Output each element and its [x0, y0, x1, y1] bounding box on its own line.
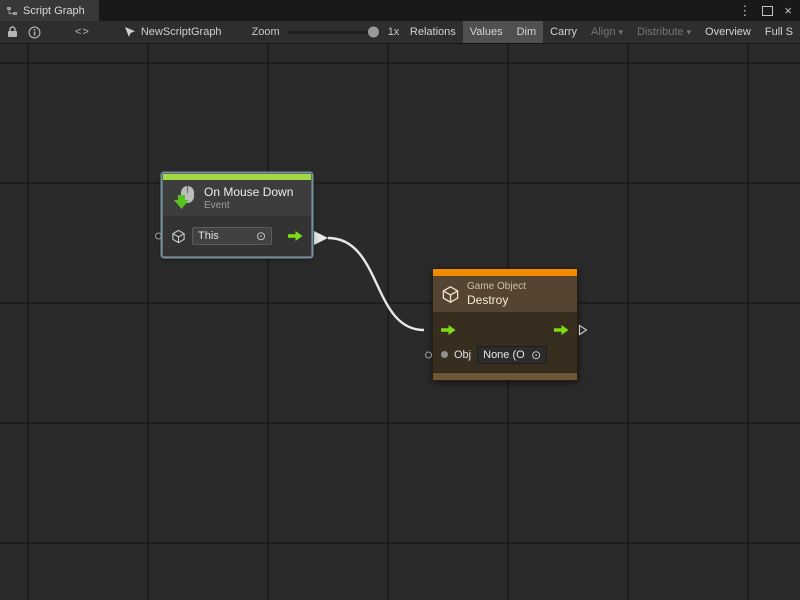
toolbar-button-group: Relations Values Dim Carry Align ▾ Distri…: [403, 21, 800, 43]
node-titles: On Mouse Down Event: [204, 185, 293, 211]
button-label: Relations: [410, 26, 456, 38]
toolbar-button-overview[interactable]: Overview: [698, 21, 758, 43]
param-row: Obj None (O ⊙: [441, 342, 569, 367]
flow-continuation-icon[interactable]: [578, 324, 588, 336]
node-title: On Mouse Down: [204, 185, 293, 199]
value-port-dot[interactable]: [441, 351, 448, 358]
zoom-label: Zoom: [252, 26, 280, 38]
close-icon[interactable]: ×: [784, 4, 792, 17]
edit-cursor-icon: [124, 26, 135, 38]
zoom-slider-handle[interactable]: [368, 27, 379, 38]
target-icon[interactable]: ⊙: [531, 349, 541, 361]
obj-input-port[interactable]: [425, 351, 432, 358]
node-category: Game Object: [467, 281, 526, 292]
tab-script-graph[interactable]: Script Graph: [0, 0, 99, 21]
port-row: This ⊙: [171, 224, 303, 248]
tab-bar: Script Graph ⋮ ×: [0, 0, 800, 21]
button-label: Overview: [705, 26, 751, 38]
node-header[interactable]: Game Object Destroy: [433, 276, 577, 312]
node-body: This ⊙: [163, 216, 311, 256]
cube-icon: [171, 229, 186, 244]
field-value: None (O: [483, 349, 525, 361]
maximize-icon[interactable]: [762, 6, 773, 16]
flow-output-port-icon[interactable]: [288, 230, 303, 242]
tab-title: Script Graph: [23, 5, 85, 17]
target-object-field[interactable]: This ⊙: [192, 227, 272, 245]
button-label: Carry: [550, 26, 577, 38]
mouse-event-icon: [171, 185, 197, 211]
node-destroy[interactable]: Game Object Destroy Obj None: [432, 268, 578, 381]
toolbar-button-fullscreen[interactable]: Full S: [758, 21, 800, 43]
graph-name-button[interactable]: NewScriptGraph: [124, 26, 222, 38]
flow-input-port-icon[interactable]: [441, 324, 456, 336]
target-icon[interactable]: ⊙: [256, 230, 266, 242]
toolbar-button-align[interactable]: Align ▾: [584, 21, 630, 43]
unity-script-graph-window: Script Graph ⋮ × <> NewScriptGraph Zoom …: [0, 0, 800, 600]
node-titles: Game Object Destroy: [467, 281, 526, 307]
window-controls: ⋮ ×: [738, 0, 800, 21]
destroy-accent-strip: [433, 269, 577, 276]
node-subtitle: Event: [204, 200, 293, 211]
cube-icon: [441, 285, 460, 304]
param-label: Obj: [454, 349, 471, 361]
toolbar-button-distribute[interactable]: Distribute ▾: [630, 21, 698, 43]
menu-icon[interactable]: ⋮: [738, 4, 751, 17]
field-value: This: [198, 230, 219, 242]
connection-wire: [0, 44, 800, 600]
code-icon[interactable]: <>: [75, 26, 90, 38]
graph-name-label: NewScriptGraph: [141, 26, 222, 38]
node-on-mouse-down[interactable]: On Mouse Down Event This ⊙: [162, 173, 312, 257]
obj-object-field[interactable]: None (O ⊙: [477, 346, 547, 364]
button-label: Distribute: [637, 26, 683, 38]
toolbar-button-carry[interactable]: Carry: [543, 21, 584, 43]
graph-icon: [6, 5, 18, 17]
button-label: Full S: [765, 26, 793, 38]
node-title: Destroy: [467, 293, 526, 307]
graph-canvas[interactable]: On Mouse Down Event This ⊙: [0, 44, 800, 600]
info-icon[interactable]: [28, 26, 41, 39]
node-body: Obj None (O ⊙: [433, 312, 577, 372]
toolbar-button-dim[interactable]: Dim: [510, 21, 544, 43]
toolbar-button-relations[interactable]: Relations: [403, 21, 463, 43]
chevron-down-icon: ▾: [619, 27, 624, 38]
target-input-port[interactable]: [155, 233, 162, 240]
flow-output-port-icon[interactable]: [554, 324, 569, 336]
node-footer-strip: [433, 372, 577, 380]
zoom-value: 1x: [388, 26, 400, 38]
button-label: Align: [591, 26, 615, 38]
button-label: Values: [470, 26, 503, 38]
lock-icon[interactable]: [7, 26, 18, 38]
zoom-slider[interactable]: [288, 31, 380, 34]
graph-toolbar: <> NewScriptGraph Zoom 1x Relations Valu…: [0, 21, 800, 44]
zoom-control: Zoom 1x: [252, 26, 400, 38]
toolbar-button-values[interactable]: Values: [463, 21, 510, 43]
flow-row: [441, 317, 569, 342]
chevron-down-icon: ▾: [687, 27, 692, 38]
node-header[interactable]: On Mouse Down Event: [163, 180, 311, 216]
button-label: Dim: [517, 26, 537, 38]
